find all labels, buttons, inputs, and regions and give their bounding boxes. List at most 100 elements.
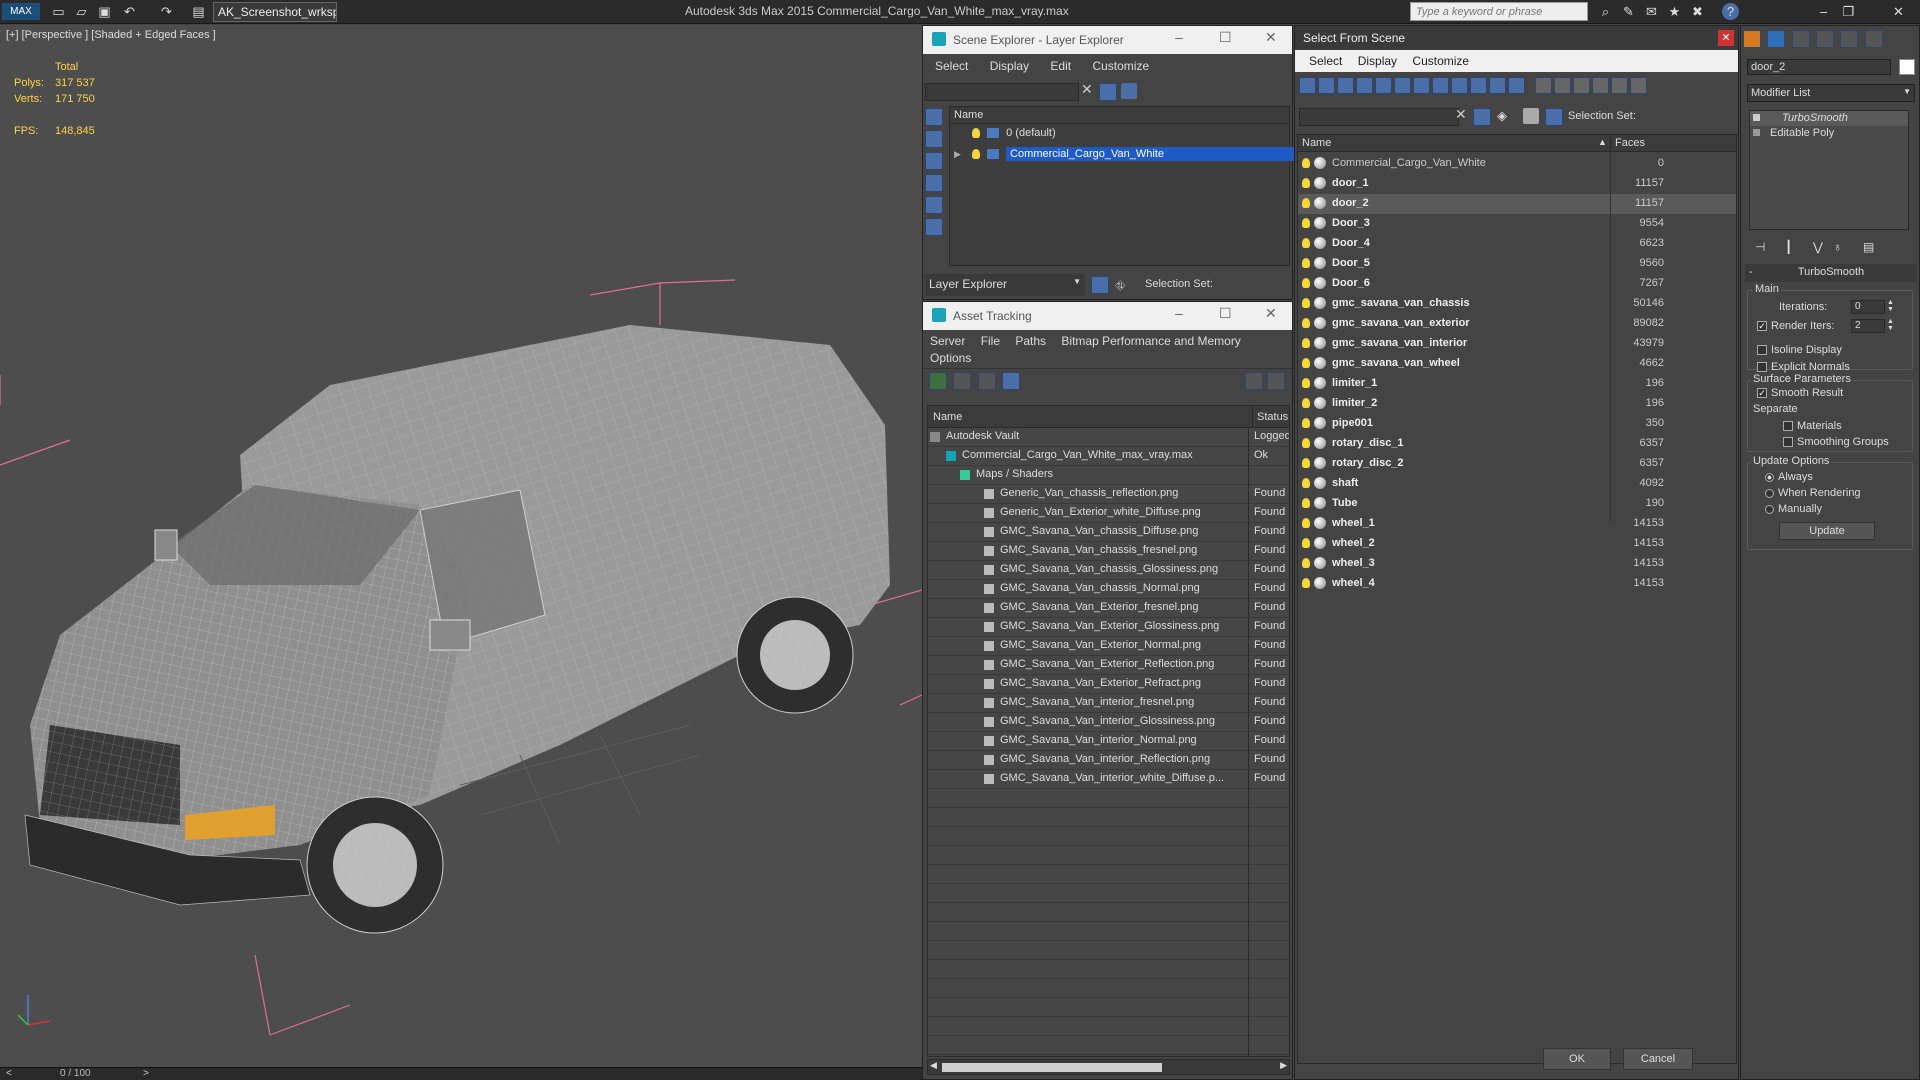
always-radio[interactable]: Always: [1765, 471, 1813, 483]
object-row[interactable]: door_2 11157: [1298, 194, 1736, 214]
lightbulb-icon[interactable]: [1302, 298, 1310, 308]
object-row[interactable]: Door_5 9560: [1298, 254, 1736, 274]
lightbulb-icon[interactable]: [1302, 458, 1310, 468]
filter-shapes-icon[interactable]: [1318, 77, 1335, 94]
filter-all-icon[interactable]: [1535, 77, 1552, 94]
lightbulb-icon[interactable]: [1302, 438, 1310, 448]
display-spacewarps-icon[interactable]: [925, 218, 943, 236]
lightbulb-icon[interactable]: [1302, 178, 1310, 188]
asset-tracking-titlebar[interactable]: Asset Tracking – ☐ ✕: [923, 302, 1292, 330]
close-icon[interactable]: ✕: [1265, 29, 1277, 46]
exchange-icon[interactable]: ✖: [1689, 3, 1706, 20]
scene-explorer-titlebar[interactable]: Scene Explorer - Layer Explorer – ☐ ✕: [923, 26, 1292, 54]
help-icon[interactable]: ?: [1722, 3, 1739, 20]
explorer-mode-dropdown[interactable]: Layer Explorer ▼: [925, 274, 1085, 296]
scroll-right-icon[interactable]: ▶: [1280, 1060, 1287, 1071]
menu-customize[interactable]: Customize: [1412, 54, 1469, 68]
menu-file[interactable]: File: [981, 334, 1000, 348]
object-row[interactable]: pipe001 350: [1298, 414, 1736, 434]
hierarchy-icon[interactable]: [1545, 108, 1563, 126]
smooth-result-checkbox[interactable]: ✓ Smooth Result: [1757, 387, 1843, 399]
object-row[interactable]: Tube 190: [1298, 494, 1736, 514]
filter-groups-icon[interactable]: [1413, 77, 1430, 94]
lightbulb-icon[interactable]: [1302, 258, 1310, 268]
new-file-icon[interactable]: ▭: [50, 3, 67, 20]
tools-icon[interactable]: ✎: [1620, 3, 1637, 20]
filter-filter-icon[interactable]: [1592, 77, 1609, 94]
asset-row[interactable]: Maps / Shaders: [928, 466, 1289, 485]
layers-icon[interactable]: [1523, 108, 1539, 124]
perspective-viewport[interactable]: [+] [Perspective ] [Shaded + Edged Faces…: [0, 25, 922, 1067]
menu-paths[interactable]: Paths: [1015, 334, 1046, 348]
make-unique-icon[interactable]: ⋁: [1813, 240, 1823, 254]
minimize-icon[interactable]: –: [1175, 29, 1183, 45]
maximize-icon[interactable]: ☐: [1219, 29, 1232, 46]
menu-customize[interactable]: Customize: [1092, 59, 1149, 73]
layer-options-icon[interactable]: ◈: [1497, 108, 1507, 124]
lightbulb-icon[interactable]: [1302, 218, 1310, 228]
lightbulb-icon[interactable]: [1302, 198, 1310, 208]
lightbulb-icon[interactable]: [1302, 358, 1310, 368]
project-icon[interactable]: ▤: [190, 3, 207, 20]
asset-col-name[interactable]: Name: [933, 411, 962, 423]
configure-modifier-sets-icon[interactable]: ▤: [1863, 240, 1874, 254]
lightbulb-icon[interactable]: [1302, 558, 1310, 568]
hierarchy-icon[interactable]: ⛗: [1115, 278, 1125, 294]
iterations-spinner[interactable]: 0: [1851, 300, 1885, 314]
table-view-icon[interactable]: [1002, 372, 1021, 390]
timeline-prev-button[interactable]: <: [6, 1068, 12, 1079]
favorite-icon[interactable]: ★: [1666, 3, 1683, 20]
filter-helpers-icon[interactable]: [1375, 77, 1392, 94]
asset-row[interactable]: Autodesk Vault Logged: [928, 428, 1289, 447]
object-color-swatch[interactable]: [1899, 59, 1915, 75]
layer-tree-header-name[interactable]: Name: [950, 107, 1289, 124]
expand-arrow-icon[interactable]: ▶: [954, 149, 961, 159]
minimize-icon[interactable]: –: [1815, 3, 1832, 20]
asset-row[interactable]: Generic_Van_Exterior_white_Diffuse.png Fo…: [928, 504, 1289, 523]
asset-row[interactable]: GMC_Savana_Van_Exterior_Reflection.png Fo…: [928, 656, 1289, 675]
object-row[interactable]: gmc_savana_van_exterior 89082: [1298, 314, 1736, 334]
object-row[interactable]: wheel_3 14153: [1298, 554, 1736, 574]
lightbulb-icon[interactable]: [1302, 578, 1310, 588]
close-icon[interactable]: ✕: [1890, 3, 1907, 20]
open-file-icon[interactable]: ▱: [73, 3, 90, 20]
binoculars-icon[interactable]: ⌕: [1597, 3, 1614, 20]
select-from-scene-titlebar[interactable]: Select From Scene ✕: [1295, 26, 1738, 50]
modify-tab-icon[interactable]: [1767, 30, 1786, 48]
display-helpers-icon[interactable]: [925, 196, 943, 214]
materials-checkbox[interactable]: Materials: [1783, 420, 1842, 432]
restore-icon[interactable]: ❐: [1840, 3, 1857, 20]
lightbulb-icon[interactable]: [1302, 238, 1310, 248]
list-view-icon[interactable]: [953, 372, 972, 390]
display-tab-icon[interactable]: [1840, 30, 1859, 48]
filter-xrefs-icon[interactable]: [1432, 77, 1449, 94]
van-wireframe-model[interactable]: [0, 25, 922, 1067]
asset-row[interactable]: GMC_Savana_Van_chassis_Normal.png Found: [928, 580, 1289, 599]
filter-invert-icon[interactable]: [1573, 77, 1590, 94]
motion-tab-icon[interactable]: [1816, 30, 1835, 48]
lightbulb-icon[interactable]: [1302, 338, 1310, 348]
ok-button[interactable]: OK: [1543, 1048, 1611, 1070]
object-row[interactable]: Commercial_Cargo_Van_White 0: [1298, 154, 1736, 174]
explicit-normals-checkbox[interactable]: Explicit Normals: [1757, 361, 1850, 373]
maximize-icon[interactable]: ☐: [1219, 305, 1232, 322]
menu-display[interactable]: Display: [990, 59, 1029, 73]
lightbulb-icon[interactable]: [1302, 518, 1310, 528]
menu-server[interactable]: Server: [930, 334, 965, 348]
asset-row[interactable]: GMC_Savana_Van_chassis_Glossiness.png Fou…: [928, 561, 1289, 580]
collapse-icon[interactable]: -: [1749, 266, 1753, 278]
object-name-field[interactable]: door_2: [1747, 59, 1891, 75]
object-row[interactable]: limiter_2 196: [1298, 394, 1736, 414]
object-row[interactable]: Door_6 7267: [1298, 274, 1736, 294]
asset-horizontal-scrollbar[interactable]: ◀ ▶: [927, 1059, 1290, 1075]
stack-item-turbosmooth[interactable]: TurboSmooth: [1750, 111, 1908, 126]
filter-cameras-icon[interactable]: [1356, 77, 1373, 94]
asset-row[interactable]: Generic_Van_chassis_reflection.png Found: [928, 485, 1289, 504]
lightbulb-icon[interactable]: [1302, 378, 1310, 388]
scrollbar-thumb[interactable]: [942, 1063, 1162, 1072]
filter-icon[interactable]: [1099, 83, 1117, 101]
display-cameras-icon[interactable]: [925, 174, 943, 192]
scroll-left-icon[interactable]: ◀: [930, 1060, 937, 1071]
modifier-toggle-icon[interactable]: [1753, 129, 1760, 136]
cancel-button[interactable]: Cancel: [1623, 1048, 1693, 1070]
